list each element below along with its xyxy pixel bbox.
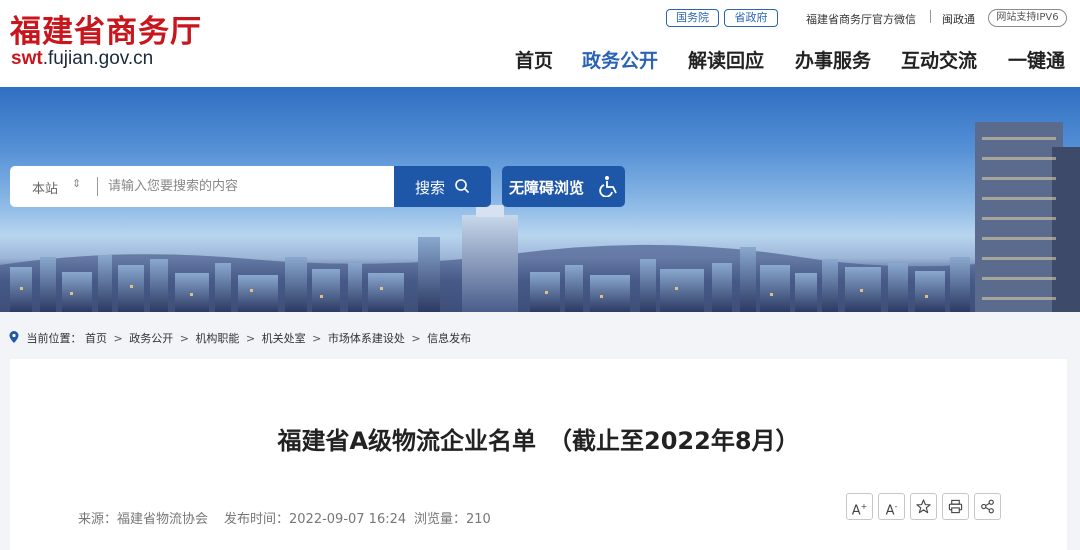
state-council-link[interactable]: 国务院 [666, 9, 719, 27]
breadcrumb-separator: > [179, 331, 189, 345]
print-button[interactable] [942, 493, 969, 520]
breadcrumb-label: 当前位置： [26, 332, 82, 345]
breadcrumb-item-market-division[interactable]: 市场体系建设处 [328, 332, 405, 345]
breadcrumb-item-gov-affairs[interactable]: 政务公开 [129, 332, 173, 345]
scope-updown-icon[interactable]: ⇕ [72, 177, 81, 190]
search-divider [97, 177, 98, 196]
font-increase-label: A [851, 503, 861, 519]
site-header: 福建省商务厅 swt.fujian.gov.cn 国务院 省政府 福建省商务厅官… [0, 0, 1080, 87]
accessibility-label: 无障碍浏览 [509, 179, 585, 197]
breadcrumb-item-home[interactable]: 首页 [85, 332, 107, 345]
share-icon [981, 499, 994, 514]
location-pin-icon [9, 330, 19, 346]
article-title: 福建省A级物流企业名单 （截止至2022年8月） [277, 427, 800, 455]
wechat-link[interactable]: 福建省商务厅官方微信 [806, 11, 916, 27]
breadcrumb-separator: > [411, 331, 421, 345]
search-bar: 本站 ⇕ [10, 166, 394, 207]
breadcrumb-item-departments[interactable]: 机关处室 [262, 332, 306, 345]
favorite-button[interactable] [910, 493, 937, 520]
nav-home[interactable]: 首页 [515, 46, 553, 73]
font-increase-sup: + [860, 502, 868, 511]
article-source: 来源：福建省物流协会 [78, 512, 209, 527]
font-increase-button[interactable]: A+ [846, 493, 873, 520]
font-decrease-button[interactable]: A- [878, 493, 905, 520]
breadcrumb-item-info-release[interactable]: 信息发布 [427, 332, 471, 345]
search-button-label: 搜索 [415, 179, 446, 197]
ipv6-badge: 网站支持IPV6 [988, 9, 1067, 27]
nav-gov-affairs[interactable]: 政务公开 [582, 46, 658, 73]
minzhengtong-link[interactable]: 闽政通 [942, 11, 975, 27]
wheelchair-icon [598, 175, 620, 201]
article-card: 福建省A级物流企业名单 （截止至2022年8月） 来源：福建省物流协会 发布时间… [10, 359, 1067, 550]
breadcrumb: 当前位置： 首页 > 政务公开 > 机构职能 > 机关处室 > 市场体系建设处 … [9, 330, 471, 346]
nav-one-click[interactable]: 一键通 [1008, 46, 1065, 73]
share-button[interactable] [974, 493, 1001, 520]
top-link-divider [930, 10, 931, 23]
site-url-prefix: swt [11, 48, 43, 69]
search-input[interactable] [108, 176, 378, 197]
printer-icon [948, 499, 963, 514]
star-icon [916, 499, 931, 514]
breadcrumb-item-functions[interactable]: 机构职能 [195, 332, 239, 345]
article-publish-time: 发布时间：2022-09-07 16:24 [224, 512, 407, 527]
font-decrease-sup: - [894, 502, 898, 511]
site-logo-text[interactable]: 福建省商务厅 [10, 6, 202, 51]
breadcrumb-separator: > [113, 331, 123, 345]
search-icon [454, 178, 470, 198]
breadcrumb-separator: > [245, 331, 256, 345]
nav-interaction[interactable]: 互动交流 [901, 46, 977, 73]
nav-services[interactable]: 办事服务 [795, 46, 871, 73]
search-button[interactable]: 搜索 [394, 166, 491, 207]
breadcrumb-separator: > [312, 331, 322, 345]
site-url-suffix: .fujian.gov.cn [42, 48, 154, 69]
nav-interpretation[interactable]: 解读回应 [688, 46, 764, 73]
site-url: swt.fujian.gov.cn [11, 48, 153, 70]
province-gov-link[interactable]: 省政府 [724, 9, 778, 27]
font-decrease-label: A [885, 503, 895, 519]
article-views: 浏览量：210 [414, 512, 491, 527]
accessibility-button[interactable]: 无障碍浏览 [502, 166, 625, 207]
search-scope-select[interactable]: 本站 [32, 178, 58, 197]
